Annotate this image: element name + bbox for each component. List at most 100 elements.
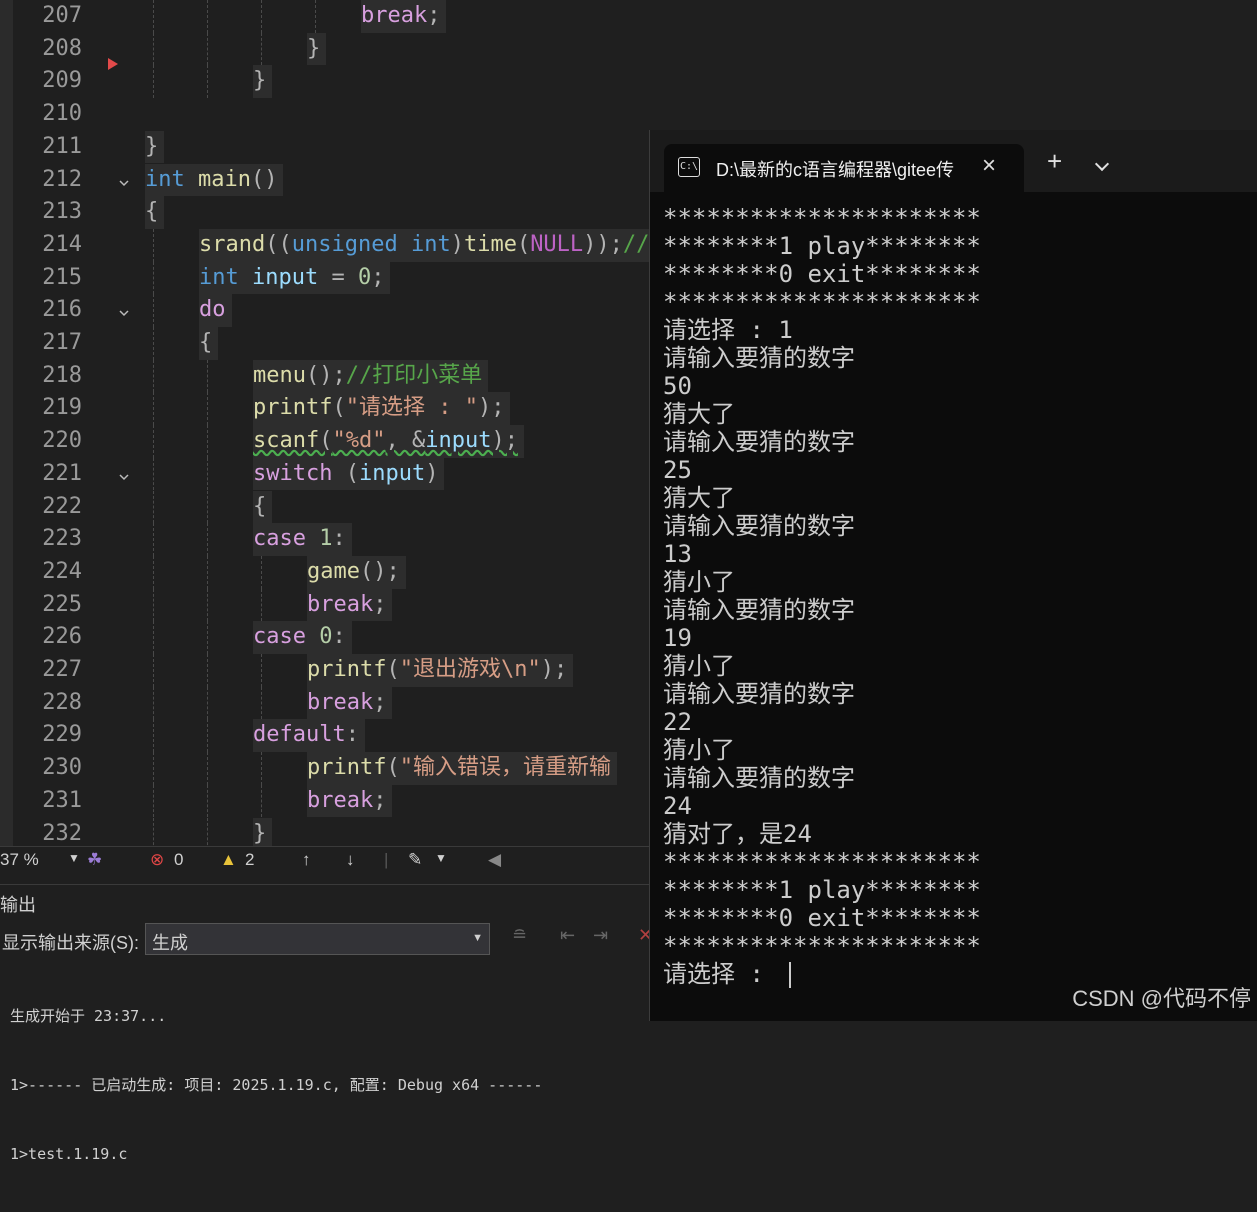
code-text[interactable]: switch (input) [253, 457, 445, 491]
indent-guide [207, 654, 208, 687]
output-source-select[interactable]: 生成 ▼ [145, 923, 490, 955]
code-text[interactable]: } [307, 32, 327, 66]
code-text[interactable]: break; [361, 0, 447, 33]
code-line[interactable]: 210 [0, 98, 1257, 131]
fold-chevron-icon[interactable] [118, 468, 130, 480]
code-text[interactable]: case 0: [253, 621, 352, 654]
text-cursor [789, 962, 791, 988]
code-token: (); [305, 362, 346, 388]
fold-chevron-icon[interactable] [118, 174, 130, 186]
code-line[interactable]: 209} [0, 65, 1257, 99]
indent-guide [207, 752, 208, 785]
code-text[interactable]: game(); [307, 555, 406, 589]
code-text[interactable]: break; [307, 784, 393, 818]
down-arrow-icon[interactable]: ↓ [346, 850, 355, 870]
indent-guide [153, 752, 154, 785]
indent-guide [261, 0, 262, 33]
chevron-down-icon[interactable] [1094, 156, 1110, 172]
code-text[interactable]: printf("输入错误，请重新输 [307, 752, 617, 785]
terminal-tab[interactable]: C:\ D:\最新的c语言编程器\gitee传 × [664, 144, 1024, 192]
line-number: 207 [42, 3, 82, 28]
code-token: ( [386, 657, 400, 682]
warning-count[interactable]: 2 [245, 850, 254, 870]
code-token: ) [450, 231, 464, 257]
line-number: 218 [42, 362, 82, 388]
code-text[interactable]: } [145, 130, 165, 164]
indent-guide [261, 555, 262, 589]
chevron-down-icon: ▼ [472, 932, 483, 944]
scroll-left-icon[interactable]: ◀ [488, 850, 501, 870]
code-token: 0 [357, 264, 372, 290]
terminal-window[interactable]: C:\ D:\最新的c语言编程器\gitee传 × + ************… [649, 130, 1257, 1021]
code-text[interactable]: { [199, 327, 219, 360]
indent-guide [207, 425, 208, 458]
code-text[interactable]: srand((unsigned int)time(NULL));// [199, 228, 656, 262]
up-arrow-icon[interactable]: ↑ [302, 850, 311, 870]
indent-guide [207, 490, 208, 524]
code-text[interactable]: do [199, 294, 232, 327]
code-token: "退出游戏\n" [399, 657, 541, 682]
indent-guide [207, 392, 208, 426]
terminal-line: 猜对了，是24 [663, 820, 812, 848]
terminal-line: 猜大了 [663, 484, 735, 512]
code-line[interactable]: 208} [0, 32, 1257, 66]
indent-guide [153, 228, 154, 262]
code-text[interactable]: { [253, 490, 273, 524]
code-token: srand [199, 231, 266, 257]
code-token: break [307, 689, 374, 715]
code-token: : [332, 624, 346, 650]
code-token: printf [307, 755, 387, 781]
indent-guide [207, 555, 208, 589]
indent-guide [153, 65, 154, 99]
indent-guide [153, 392, 154, 426]
code-text[interactable]: { [145, 196, 165, 229]
copilot-icon[interactable]: ☘ [87, 850, 102, 870]
code-token: input [252, 264, 319, 290]
code-token: game [307, 558, 360, 584]
code-text[interactable]: default: [253, 719, 365, 753]
code-text[interactable]: printf("退出游戏\n"); [307, 654, 574, 687]
error-count[interactable]: 0 [174, 850, 183, 870]
code-text[interactable]: int main() [145, 163, 284, 197]
code-token: } [253, 820, 267, 846]
code-text[interactable]: } [253, 817, 273, 846]
code-text[interactable]: printf("请选择 : "); [253, 392, 511, 426]
code-token: do [199, 297, 226, 323]
zoom-level[interactable]: 37 % [0, 850, 39, 870]
code-token: printf [253, 395, 333, 421]
indent-guide [207, 359, 208, 393]
error-icon[interactable]: ⊗ [150, 850, 164, 870]
warning-icon[interactable]: ▲ [220, 850, 237, 870]
terminal-line: 19 [663, 624, 692, 652]
code-line[interactable]: 207 break; [0, 0, 1257, 33]
brush-dropdown-icon[interactable]: ▼ [435, 851, 447, 865]
code-token: main [198, 166, 251, 192]
terminal-line: ********1 play******** [663, 232, 981, 260]
terminal-line: ********1 play******** [663, 876, 981, 904]
code-token: case [253, 526, 306, 552]
close-tab-icon[interactable]: × [982, 152, 996, 180]
breakpoint-marker[interactable] [108, 58, 118, 70]
brush-icon[interactable]: ✎ [408, 850, 422, 870]
zoom-dropdown-icon[interactable]: ▼ [68, 851, 80, 865]
code-text[interactable]: case 1: [253, 523, 352, 556]
code-token: { [199, 330, 213, 355]
fold-chevron-icon[interactable] [118, 304, 130, 317]
indent-guide [207, 32, 208, 66]
code-token: } [253, 68, 267, 94]
code-text[interactable]: break; [307, 686, 393, 720]
line-number: 227 [42, 657, 82, 682]
find-message-icon[interactable]: ≘ [512, 925, 527, 946]
line-number: 221 [42, 460, 82, 486]
code-text[interactable]: int input = 0; [199, 261, 391, 295]
code-text[interactable]: scanf("%d", &input); [253, 425, 524, 458]
code-text[interactable]: break; [307, 588, 393, 622]
previous-message-icon[interactable]: ⇤ [560, 925, 575, 946]
new-tab-icon[interactable]: + [1047, 148, 1062, 174]
code-text[interactable]: menu();//打印小菜单 [253, 359, 489, 393]
terminal-line: ********************** [663, 848, 981, 876]
next-message-icon[interactable]: ⇥ [593, 925, 608, 946]
code-text[interactable]: } [253, 65, 273, 99]
code-token: ( [332, 460, 359, 486]
